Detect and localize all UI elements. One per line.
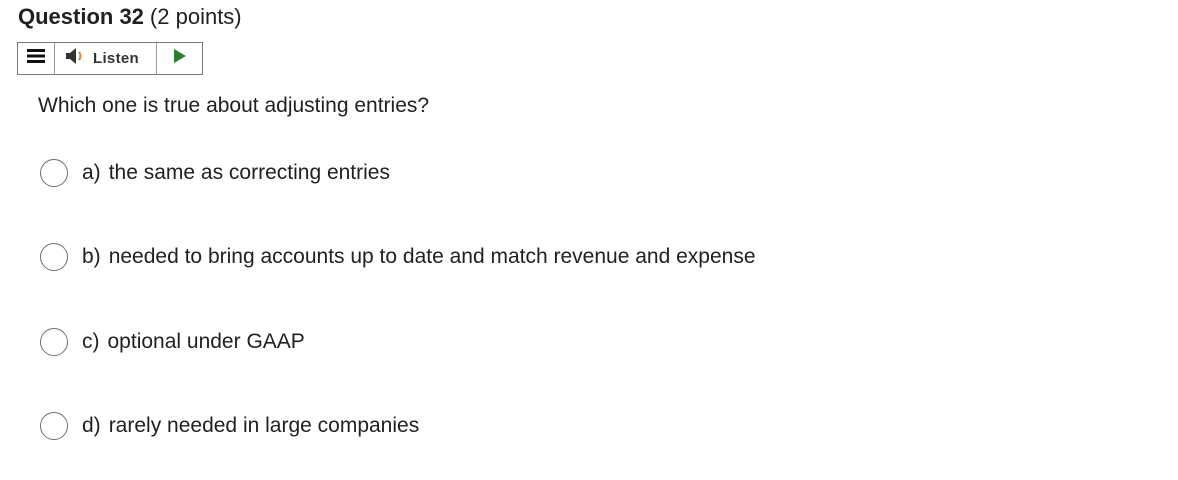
question-points: (2 points) bbox=[149, 4, 242, 29]
choice-text: rarely needed in large companies bbox=[108, 414, 420, 437]
question-prompt: Which one is true about adjusting entrie… bbox=[38, 94, 430, 117]
listen-button[interactable]: Listen bbox=[55, 43, 157, 74]
answer-choice-c[interactable]: c) optional under GAAP bbox=[40, 325, 305, 359]
speaker-icon bbox=[65, 47, 87, 70]
choice-letter: d) bbox=[82, 414, 101, 437]
radio-button[interactable] bbox=[40, 328, 68, 356]
choice-letter: b) bbox=[82, 245, 101, 268]
radio-button[interactable] bbox=[40, 412, 68, 440]
radio-button[interactable] bbox=[40, 159, 68, 187]
choice-text: needed to bring accounts up to date and … bbox=[108, 245, 756, 268]
play-button[interactable] bbox=[157, 43, 202, 74]
answer-choice-b[interactable]: b) needed to bring accounts up to date a… bbox=[40, 240, 756, 274]
choice-text: the same as correcting entries bbox=[108, 161, 390, 184]
listen-toolbar: Listen bbox=[17, 42, 203, 75]
question-title: Question 32 bbox=[18, 4, 144, 29]
answer-choice-d[interactable]: d) rarely needed in large companies bbox=[40, 409, 419, 443]
play-icon bbox=[173, 48, 187, 69]
toolbar-menu-button[interactable] bbox=[18, 43, 55, 74]
choice-letter: a) bbox=[82, 161, 101, 184]
menu-icon bbox=[27, 48, 45, 69]
choice-text: optional under GAAP bbox=[107, 330, 305, 353]
answer-choice-a[interactable]: a) the same as correcting entries bbox=[40, 156, 390, 190]
question-header: Question 32 (2 points) bbox=[18, 4, 242, 30]
radio-button[interactable] bbox=[40, 243, 68, 271]
choice-letter: c) bbox=[82, 330, 100, 353]
listen-label: Listen bbox=[93, 50, 139, 67]
